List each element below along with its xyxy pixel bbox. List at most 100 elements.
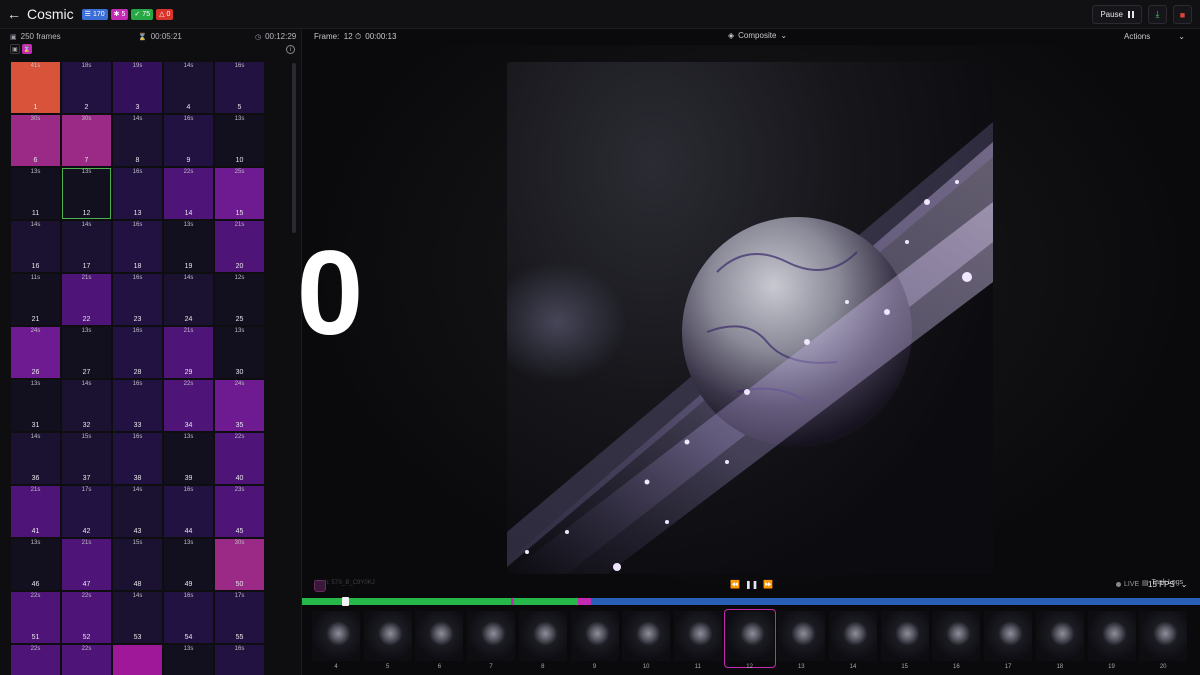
frame-cell[interactable]: 15s 37 xyxy=(62,433,111,484)
frame-cell[interactable]: 22s 40 xyxy=(215,433,264,484)
frame-cell[interactable]: 13s 39 xyxy=(164,433,213,484)
download-button[interactable]: ⤓ xyxy=(1148,5,1167,24)
info-icon[interactable]: i xyxy=(286,45,295,54)
frame-cell[interactable] xyxy=(113,645,162,675)
frame-cell[interactable]: 14s 17 xyxy=(62,221,111,272)
frame-cell[interactable]: 13s xyxy=(164,645,213,675)
frame-cell[interactable]: 22s 52 xyxy=(62,592,111,643)
frame-cell[interactable]: 14s 36 xyxy=(11,433,60,484)
fps-dropdown[interactable]: 15 FPS ⌄ xyxy=(1148,580,1187,589)
frames-scrollbar[interactable] xyxy=(292,63,296,233)
frame-cell[interactable]: 13s 46 xyxy=(11,539,60,590)
frame-cell[interactable]: 21s 20 xyxy=(215,221,264,272)
frame-cell[interactable]: 12s 25 xyxy=(215,274,264,325)
frame-cell[interactable]: 14s 43 xyxy=(113,486,162,537)
frame-cell[interactable]: 21s 47 xyxy=(62,539,111,590)
frame-cell[interactable]: 14s 53 xyxy=(113,592,162,643)
frame-cell[interactable]: 14s 4 xyxy=(164,62,213,113)
frame-cell[interactable]: 15s 48 xyxy=(113,539,162,590)
thumbnail-frame[interactable]: 20 xyxy=(1139,611,1188,670)
thumbnail-frame[interactable]: 9 xyxy=(570,611,619,670)
frame-cell[interactable]: 14s 16 xyxy=(11,221,60,272)
frame-cell[interactable]: 16s 44 xyxy=(164,486,213,537)
thumbnail-frame[interactable]: 12 xyxy=(723,609,776,670)
frame-cell[interactable]: 17s 42 xyxy=(62,486,111,537)
frame-number: 50 xyxy=(235,581,244,588)
frame-cell[interactable]: 16s 5 xyxy=(215,62,264,113)
frame-cell[interactable]: 13s 12 xyxy=(62,168,111,219)
frame-cell[interactable]: 23s 45 xyxy=(215,486,264,537)
thumbnail-frame[interactable]: 7 xyxy=(467,611,516,670)
frame-cell[interactable]: 22s xyxy=(11,645,60,675)
frame-cell[interactable]: 25s 15 xyxy=(215,168,264,219)
frame-cell[interactable]: 13s 19 xyxy=(164,221,213,272)
view-mode-dropdown[interactable]: ◈ Composite ⌄ xyxy=(728,31,787,40)
frame-cell[interactable]: 22s 51 xyxy=(11,592,60,643)
thumbnail-frame[interactable]: 16 xyxy=(932,611,981,670)
frame-cell[interactable]: 16s 28 xyxy=(113,327,162,378)
frame-cell[interactable]: 17s 55 xyxy=(215,592,264,643)
thumbnail-frame[interactable]: 18 xyxy=(1035,611,1084,670)
frame-cell[interactable]: 16s 23 xyxy=(113,274,162,325)
frame-cell[interactable]: 13s 27 xyxy=(62,327,111,378)
thumbnail-frame[interactable]: 6 xyxy=(415,611,464,670)
live-indicator[interactable]: LIVE xyxy=(1116,581,1139,588)
thumbnail-frame[interactable]: 8 xyxy=(518,611,567,670)
frame-cell[interactable]: 21s 41 xyxy=(11,486,60,537)
thumbnail-frame[interactable]: 15 xyxy=(880,611,929,670)
frame-cell[interactable]: 14s 32 xyxy=(62,380,111,431)
image-view-icon[interactable]: ▣ xyxy=(10,44,20,54)
frame-duration: 14s xyxy=(183,63,194,69)
frame-cell[interactable]: 19s 3 xyxy=(113,62,162,113)
frame-cell[interactable]: 22s 14 xyxy=(164,168,213,219)
frame-number: 36 xyxy=(31,475,40,482)
frame-cell[interactable]: 14s 24 xyxy=(164,274,213,325)
frame-cell[interactable]: 11s 21 xyxy=(11,274,60,325)
timeline-progress[interactable] xyxy=(302,597,1200,606)
rewind-icon[interactable]: ⏪ xyxy=(730,580,740,589)
frame-duration: 17s xyxy=(234,593,245,599)
frame-duration: 16s xyxy=(183,487,194,493)
frame-cell[interactable]: 30s 6 xyxy=(11,115,60,166)
frame-cell[interactable]: 24s 26 xyxy=(11,327,60,378)
frame-cell[interactable]: 30s 7 xyxy=(62,115,111,166)
frame-cell[interactable]: 22s 34 xyxy=(164,380,213,431)
thumbnail-frame[interactable]: 14 xyxy=(829,611,877,670)
frame-cell[interactable]: 21s 22 xyxy=(62,274,111,325)
arrow-left-icon[interactable]: ← xyxy=(3,3,25,25)
pause-button[interactable]: Pause xyxy=(1092,5,1142,24)
fast-forward-icon[interactable]: ⏩ xyxy=(763,580,773,589)
thumbnail-frame[interactable]: 10 xyxy=(622,611,671,670)
thumbnail-frame[interactable]: 11 xyxy=(673,611,722,670)
timeline-playhead[interactable] xyxy=(342,597,350,606)
frame-cell[interactable]: 13s 49 xyxy=(164,539,213,590)
frame-cell[interactable]: 16s 54 xyxy=(164,592,213,643)
delete-button[interactable]: ■ xyxy=(1173,5,1192,24)
frame-cell[interactable]: 30s 50 xyxy=(215,539,264,590)
frame-cell[interactable]: 13s 31 xyxy=(11,380,60,431)
frame-cell[interactable]: 21s 29 xyxy=(164,327,213,378)
duration-view-icon[interactable]: ⌛ xyxy=(22,44,32,54)
frame-cell[interactable]: 24s 35 xyxy=(215,380,264,431)
thumbnail-frame[interactable]: 4 xyxy=(312,611,360,670)
thumbnail-frame[interactable]: 19 xyxy=(1087,611,1136,670)
frame-cell[interactable]: 14s 8 xyxy=(113,115,162,166)
actions-dropdown[interactable]: Actions ⌄ xyxy=(1124,32,1185,41)
frame-cell[interactable]: 13s 11 xyxy=(11,168,60,219)
frame-cell[interactable]: 16s 13 xyxy=(113,168,162,219)
frame-cell[interactable]: 13s 10 xyxy=(215,115,264,166)
thumbnail-frame[interactable]: 5 xyxy=(363,611,412,670)
frame-cell[interactable]: 13s 30 xyxy=(215,327,264,378)
frame-cell[interactable]: 18s 2 xyxy=(62,62,111,113)
frame-cell[interactable]: 41s 1 xyxy=(11,62,60,113)
frame-cell[interactable]: 16s xyxy=(215,645,264,675)
frame-cell[interactable]: 16s 38 xyxy=(113,433,162,484)
frame-cell[interactable]: 16s 33 xyxy=(113,380,162,431)
thumbnail-frame[interactable]: 13 xyxy=(777,611,826,670)
pause-icon[interactable]: ❚❚ xyxy=(745,580,758,589)
frame-cell[interactable]: 16s 18 xyxy=(113,221,162,272)
frame-cell[interactable]: 22s xyxy=(62,645,111,675)
frame-cell[interactable]: 16s 9 xyxy=(164,115,213,166)
loop-toggle[interactable] xyxy=(314,580,326,592)
thumbnail-frame[interactable]: 17 xyxy=(984,611,1033,670)
